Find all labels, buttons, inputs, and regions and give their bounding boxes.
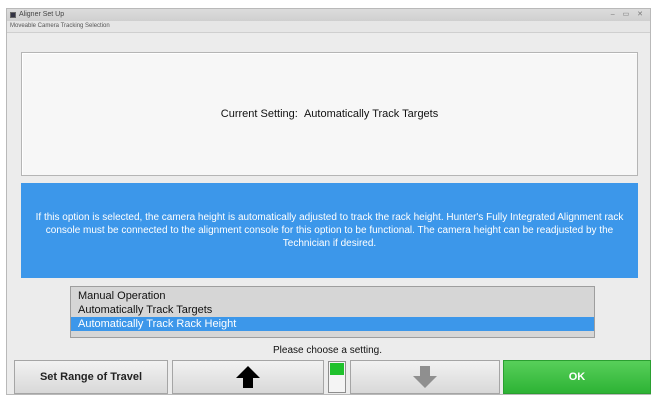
list-item[interactable]: Manual Operation: [71, 289, 594, 303]
window-controls[interactable]: – ▭ ✕: [611, 9, 646, 21]
list-item[interactable]: Automatically Track Targets: [71, 303, 594, 317]
window-subtitle: Moveable Camera Tracking Selection: [7, 21, 650, 33]
info-panel: If this option is selected, the camera h…: [21, 183, 638, 278]
camera-height-level: [330, 363, 344, 375]
list-item[interactable]: Automatically Track Rack Height: [71, 317, 594, 331]
title-bar: Aligner Set Up – ▭ ✕: [7, 9, 650, 21]
move-down-button[interactable]: [350, 360, 500, 394]
set-range-of-travel-button[interactable]: Set Range of Travel: [14, 360, 168, 394]
current-setting-value: Automatically Track Targets: [303, 108, 439, 120]
app-icon: [10, 12, 16, 18]
ok-label: OK: [568, 371, 586, 383]
set-range-label: Set Range of Travel: [39, 371, 143, 383]
move-up-button[interactable]: [172, 360, 324, 394]
prompt-text: Please choose a setting.: [273, 345, 382, 356]
setting-listbox[interactable]: Manual Operation Automatically Track Tar…: [70, 286, 595, 338]
window-title: Aligner Set Up: [19, 11, 65, 18]
current-setting-label: Current Setting:: [220, 108, 298, 120]
arrow-down-icon: [413, 366, 437, 388]
info-text: If this option is selected, the camera h…: [35, 212, 624, 249]
camera-height-indicator: [328, 361, 346, 393]
current-setting-panel: Current Setting: Automatically Track Tar…: [21, 52, 638, 176]
ok-button[interactable]: OK: [503, 360, 651, 394]
arrow-up-icon: [236, 366, 260, 388]
